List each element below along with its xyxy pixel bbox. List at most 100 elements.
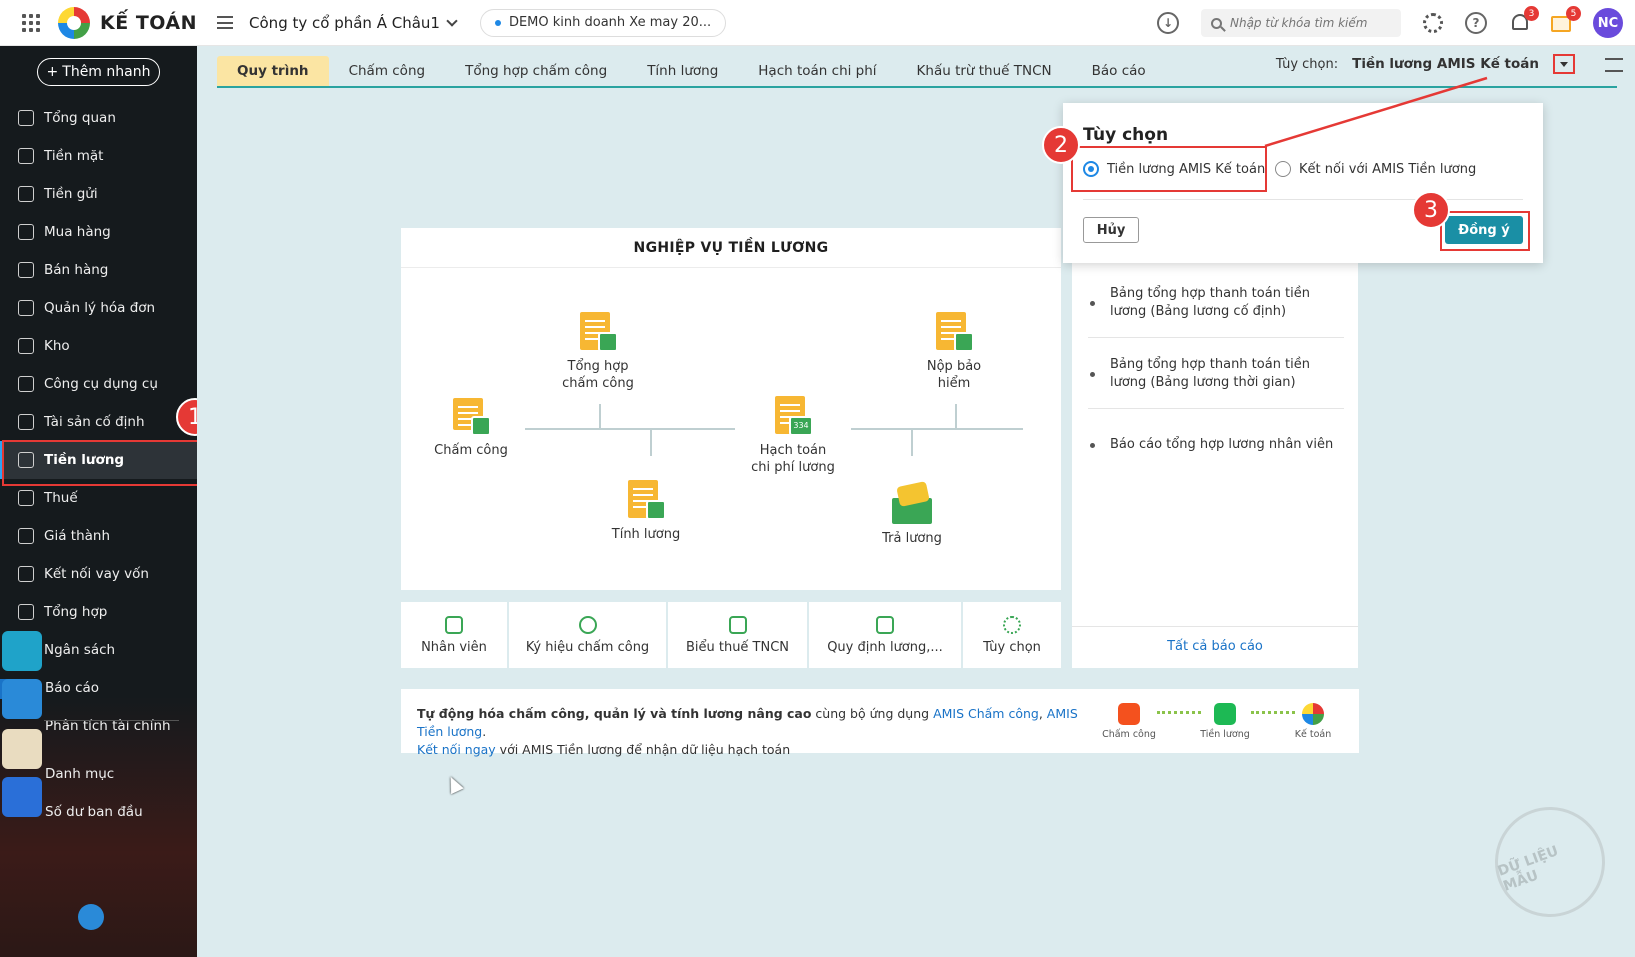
sidebar-item-label: Mua hàng bbox=[44, 224, 111, 240]
sidebar-item-tong-quan[interactable]: Tổng quan bbox=[0, 99, 197, 137]
tab-khau-tru-thue[interactable]: Khấu trừ thuế TNCN bbox=[897, 56, 1072, 86]
megaphone-icon[interactable] bbox=[2, 631, 42, 671]
tab-tong-hop-cham-cong[interactable]: Tổng hợp chấm công bbox=[445, 56, 627, 86]
salary-icon bbox=[18, 452, 34, 468]
price-tag-icon bbox=[18, 528, 34, 544]
shortcut-bieu-thue[interactable]: Biểu thuế TNCN bbox=[668, 602, 807, 668]
tab-hach-toan[interactable]: Hạch toán chi phí bbox=[738, 56, 896, 86]
chat-icon[interactable] bbox=[2, 679, 42, 719]
connector-line bbox=[955, 404, 957, 428]
shortcut-tuy-chon[interactable]: Tùy chọn bbox=[963, 602, 1061, 668]
tab-cham-cong[interactable]: Chấm công bbox=[329, 56, 446, 86]
report-divider bbox=[1088, 408, 1344, 409]
sidebar-item-tien-luong[interactable]: Tiền lương bbox=[0, 441, 197, 479]
tax-table-icon bbox=[728, 615, 747, 634]
node-tra-luong[interactable]: Trả lương bbox=[867, 481, 957, 547]
shortcut-label: Tùy chọn bbox=[983, 639, 1041, 655]
app-cham-cong[interactable]: Chấm công bbox=[1099, 703, 1159, 740]
ok-button[interactable]: Đồng ý bbox=[1445, 216, 1523, 244]
node-tinh-luong[interactable]: Tính lương bbox=[601, 480, 691, 543]
report-divider bbox=[1072, 626, 1358, 627]
all-reports-link[interactable]: Tất cả báo cáo bbox=[1072, 639, 1358, 654]
node-hach-toan[interactable]: 334 Hạch toán chi phí lương bbox=[743, 396, 843, 476]
sidebar-item-cong-cu[interactable]: Công cụ dụng cụ bbox=[0, 365, 197, 403]
sidebar-item-tong-hop[interactable]: Tổng hợp bbox=[0, 593, 197, 631]
radio-ket-noi-amis-tien-luong[interactable]: Kết nối với AMIS Tiền lương bbox=[1275, 161, 1476, 177]
sidebar-item-label: Tiền gửi bbox=[44, 186, 98, 202]
top-bar: KẾ TOÁN Công ty cổ phần Á Châu1 DEMO kin… bbox=[0, 0, 1635, 46]
sidebar-item-tien-mat[interactable]: Tiền mặt bbox=[0, 137, 197, 175]
database-name: DEMO kinh doanh Xe may 20... bbox=[508, 15, 712, 30]
app-ke-toan[interactable]: Kế toán bbox=[1283, 703, 1343, 740]
help-icon[interactable]: ? bbox=[1465, 12, 1487, 34]
connector-line bbox=[525, 428, 735, 430]
tab-tinh-luong[interactable]: Tính lương bbox=[627, 56, 738, 86]
node-tong-hop-cham-cong[interactable]: Tổng hợp chấm công bbox=[553, 312, 643, 392]
node-nop-bao-hiem[interactable]: Nộp bảo hiểm bbox=[909, 312, 999, 392]
promo-banner: Tự động hóa chấm công, quản lý và tính l… bbox=[401, 689, 1359, 757]
sidebar-item-tai-san[interactable]: Tài sản cố định bbox=[0, 403, 197, 441]
sidebar-item-label: Kết nối vay vốn bbox=[44, 566, 149, 582]
search-icon bbox=[1211, 17, 1222, 29]
menu-icon[interactable] bbox=[217, 16, 234, 29]
sidebar-item-ban-hang[interactable]: Bán hàng bbox=[0, 251, 197, 289]
assistant-avatar-icon[interactable] bbox=[2, 729, 42, 769]
popup-divider bbox=[1083, 199, 1523, 200]
report-divider bbox=[1088, 337, 1344, 338]
tab-bao-cao[interactable]: Báo cáo bbox=[1072, 56, 1166, 86]
user-avatar[interactable]: NC bbox=[1593, 8, 1623, 38]
shortcut-label: Biểu thuế TNCN bbox=[685, 639, 790, 655]
add-quick-label: Thêm nhanh bbox=[62, 64, 151, 80]
sidebar-item-label: Tài sản cố định bbox=[44, 414, 145, 430]
search-input[interactable] bbox=[1230, 16, 1380, 30]
sidebar-item-label: Tổng hợp bbox=[44, 604, 108, 620]
connector-line bbox=[650, 428, 652, 456]
node-cham-cong[interactable]: Chấm công bbox=[431, 396, 511, 459]
bot-icon[interactable] bbox=[2, 777, 42, 817]
search-box[interactable] bbox=[1201, 9, 1401, 37]
workflow-title: NGHIỆP VỤ TIỀN LƯƠNG bbox=[401, 228, 1061, 268]
link-amis-cham-cong[interactable]: AMIS Chấm công bbox=[933, 706, 1039, 721]
apps-grid-icon[interactable] bbox=[22, 13, 40, 32]
shortcut-nhan-vien[interactable]: Nhân viên bbox=[401, 602, 507, 668]
gift-icon[interactable]: 5 bbox=[1551, 6, 1581, 34]
annotation-arrow bbox=[1264, 76, 1488, 148]
notification-bell-icon[interactable]: 3 bbox=[1509, 6, 1539, 34]
chart-icon bbox=[18, 110, 34, 126]
promo-text-part: cùng bộ ứng dụng bbox=[811, 706, 934, 721]
sidebar-item-hoa-don[interactable]: Quản lý hóa đơn bbox=[0, 289, 197, 327]
connector-line bbox=[911, 428, 913, 456]
shortcut-quy-dinh[interactable]: Quy định lương,... bbox=[809, 602, 961, 668]
cham-cong-app-icon bbox=[1118, 703, 1140, 725]
report-link[interactable]: Bảng tổng hợp thanh toán tiền lương (Bản… bbox=[1088, 285, 1346, 321]
option-dropdown-button[interactable] bbox=[1553, 54, 1575, 74]
step-2-marker: 2 bbox=[1042, 126, 1080, 164]
scroll-up-button[interactable] bbox=[78, 904, 104, 930]
sidebar-item-label: Ngân sách bbox=[44, 642, 116, 658]
radio-tien-luong-amis-ke-toan[interactable]: Tiền lương AMIS Kế toán bbox=[1083, 161, 1265, 177]
database-selector[interactable]: DEMO kinh doanh Xe may 20... bbox=[479, 8, 727, 37]
company-selector[interactable]: Công ty cổ phần Á Châu1 bbox=[249, 14, 458, 32]
link-ket-noi-ngay[interactable]: Kết nối ngay bbox=[417, 742, 496, 757]
settings-gear-icon[interactable] bbox=[1423, 13, 1443, 33]
sidebar-item-thue[interactable]: Thuế bbox=[0, 479, 197, 517]
sidebar-item-gia-thanh[interactable]: Giá thành bbox=[0, 517, 197, 555]
sidebar-item-kho[interactable]: Kho bbox=[0, 327, 197, 365]
shortcut-ky-hieu[interactable]: Ký hiệu chấm công bbox=[509, 602, 666, 668]
tab-quy-trinh[interactable]: Quy trình bbox=[217, 56, 329, 86]
sidebar-item-label: Giá thành bbox=[44, 528, 111, 544]
shortcut-label: Ký hiệu chấm công bbox=[525, 639, 650, 655]
add-quick-button[interactable]: + Thêm nhanh bbox=[37, 58, 160, 86]
shopping-bag-icon bbox=[18, 224, 34, 240]
sidebar-item-tien-gui[interactable]: Tiền gửi bbox=[0, 175, 197, 213]
sidebar-item-label: Kho bbox=[44, 338, 70, 354]
app-tien-luong[interactable]: Tiền lương bbox=[1195, 703, 1255, 740]
download-icon[interactable]: ↓ bbox=[1157, 12, 1179, 34]
sidebar-item-mua-hang[interactable]: Mua hàng bbox=[0, 213, 197, 251]
report-link[interactable]: Bảng tổng hợp thanh toán tiền lương (Bản… bbox=[1088, 356, 1346, 392]
layout-settings-icon[interactable] bbox=[1605, 58, 1623, 72]
cancel-button[interactable]: Hủy bbox=[1083, 217, 1139, 243]
status-dot bbox=[494, 19, 501, 26]
report-link[interactable]: Báo cáo tổng hợp lương nhân viên bbox=[1088, 436, 1346, 454]
sidebar-item-vay-von[interactable]: Kết nối vay vốn bbox=[0, 555, 197, 593]
